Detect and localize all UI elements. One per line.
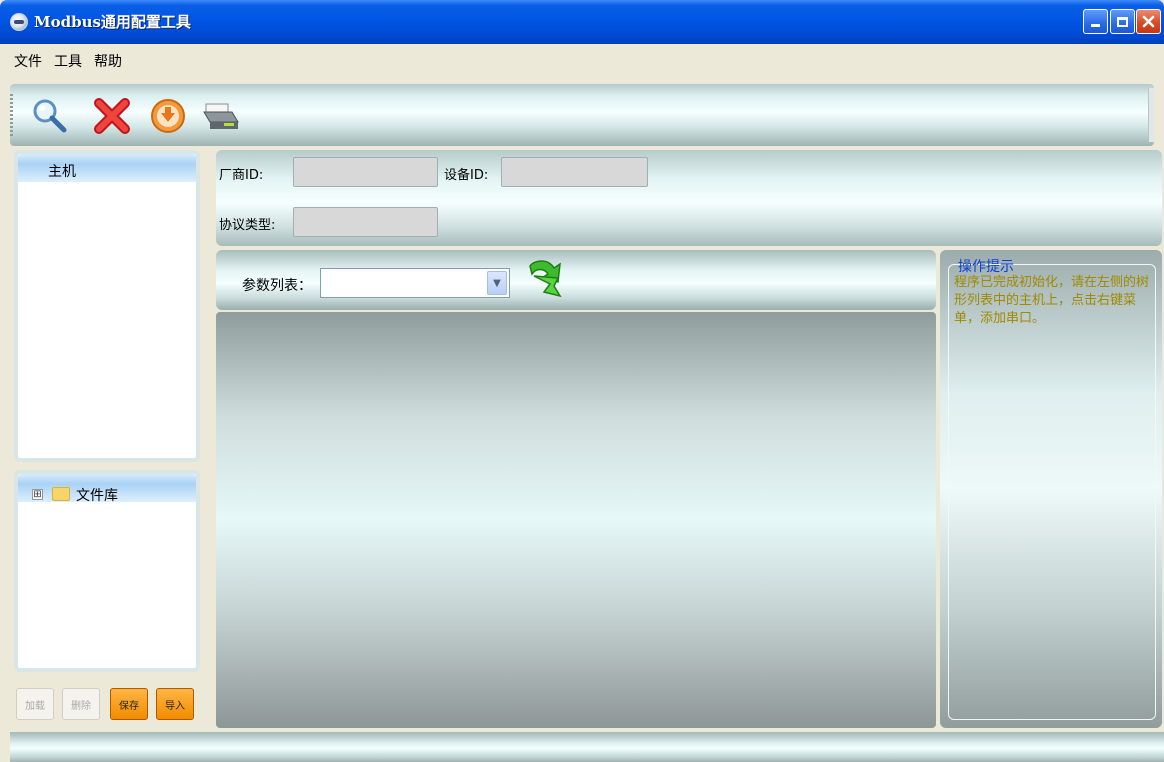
expand-icon[interactable]: ⊞ xyxy=(32,489,43,500)
close-button[interactable] xyxy=(1136,9,1161,34)
hint-groupbox xyxy=(948,264,1156,720)
status-bar xyxy=(10,732,1164,762)
param-list-label: 参数列表： xyxy=(242,278,312,294)
hint-title: 操作提示 xyxy=(958,259,1014,275)
refresh-icon[interactable] xyxy=(524,256,564,300)
device-id-label: 设备ID: xyxy=(444,168,489,183)
delete-icon[interactable] xyxy=(92,96,132,136)
host-tree-header xyxy=(18,154,196,182)
minimize-icon xyxy=(1091,24,1100,27)
close-icon xyxy=(1142,15,1155,28)
window-title: Modbus通用配置工具 xyxy=(34,13,191,31)
maximize-button[interactable] xyxy=(1110,9,1135,34)
menu-tools[interactable]: 工具 xyxy=(48,51,88,71)
menu-file[interactable]: 文件 xyxy=(8,51,48,71)
vendor-id-field[interactable] xyxy=(293,157,438,187)
menu-bar: 文件 工具 帮助 xyxy=(0,44,1164,78)
print-icon[interactable] xyxy=(200,96,240,136)
folder-icon xyxy=(52,487,70,501)
host-tree-panel[interactable]: 主机 xyxy=(14,150,200,462)
host-tree-root[interactable]: 主机 xyxy=(48,161,76,181)
toolbar-grip[interactable] xyxy=(10,94,13,138)
protocol-type-field[interactable] xyxy=(293,207,438,237)
app-icon[interactable] xyxy=(10,13,28,31)
toolbar-overflow[interactable] xyxy=(1148,88,1154,142)
menu-help[interactable]: 帮助 xyxy=(88,51,128,71)
search-icon[interactable] xyxy=(30,96,70,136)
minimize-button[interactable] xyxy=(1083,9,1108,34)
download-icon[interactable] xyxy=(148,96,188,136)
save-button[interactable]: 保存 xyxy=(110,688,148,720)
chevron-down-icon[interactable]: ▼ xyxy=(487,271,507,295)
file-library-panel[interactable]: ⊞ 文件库 xyxy=(14,470,200,672)
file-library-node[interactable]: 文件库 xyxy=(76,485,118,505)
import-button[interactable]: 导入 xyxy=(156,688,194,720)
device-id-field[interactable] xyxy=(501,157,648,187)
param-list-dropdown[interactable] xyxy=(320,268,510,298)
protocol-type-label: 协议类型: xyxy=(219,218,276,233)
vendor-id-label: 厂商ID: xyxy=(219,168,264,183)
maximize-icon xyxy=(1117,16,1128,27)
parameter-work-area[interactable] xyxy=(216,312,936,728)
hint-text: 程序已完成初始化，请在左侧的树形列表中的主机上，点击右键菜单，添加串口。 xyxy=(954,275,1150,326)
load-button[interactable]: 加载 xyxy=(16,688,54,720)
remove-button[interactable]: 删除 xyxy=(62,688,100,720)
